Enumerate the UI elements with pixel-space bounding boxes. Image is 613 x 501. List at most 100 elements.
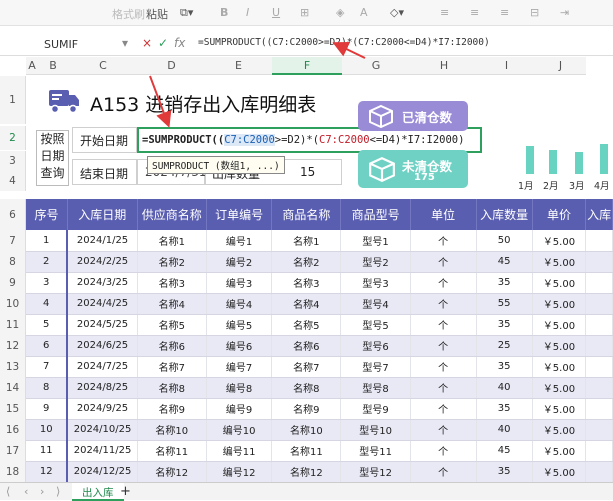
name-box[interactable]: SUMIF — [44, 38, 78, 51]
column-header-i[interactable]: I — [478, 57, 535, 75]
table-cell[interactable] — [585, 377, 613, 399]
table-cell[interactable]: 名称10 — [271, 419, 342, 441]
table-cell[interactable]: 1 — [26, 230, 68, 252]
table-cell[interactable]: 35 — [475, 356, 533, 378]
formula-input[interactable]: =SUMPRODUCT((C7:C2000>=D2)*(C7:C2000<=D4… — [198, 37, 490, 48]
table-cell[interactable]: 35 — [475, 461, 533, 483]
table-cell[interactable]: ￥5.00 — [532, 335, 587, 357]
table-cell[interactable]: 7 — [26, 356, 68, 378]
table-cell[interactable]: 型号8 — [340, 377, 411, 399]
table-cell[interactable]: ￥5.00 — [532, 230, 587, 252]
table-cell[interactable]: 型号4 — [340, 293, 411, 315]
uncleared-count-button[interactable]: 未清仓数 175 — [358, 150, 468, 188]
table-cell[interactable]: 名称12 — [271, 461, 342, 483]
table-cell[interactable]: 编号4 — [206, 293, 273, 315]
table-cell[interactable]: 名称8 — [137, 377, 207, 399]
table-cell[interactable]: 名称1 — [137, 230, 207, 252]
table-cell[interactable] — [585, 293, 613, 315]
table-cell[interactable]: ￥5.00 — [532, 377, 587, 399]
row-header-18[interactable]: 18 — [0, 462, 26, 482]
row-header-15[interactable]: 15 — [0, 399, 26, 420]
table-cell[interactable]: 40 — [475, 419, 533, 441]
row-header-12[interactable]: 12 — [0, 336, 26, 357]
table-cell[interactable]: ￥5.00 — [532, 272, 587, 294]
table-cell[interactable]: 名称4 — [271, 293, 342, 315]
table-cell[interactable]: 个 — [410, 251, 477, 273]
table-cell[interactable]: ￥5.00 — [532, 398, 587, 420]
row-header-3[interactable]: 3 — [0, 151, 26, 171]
table-cell[interactable]: 2024/1/25 — [66, 230, 138, 252]
row-header-7[interactable]: 7 — [0, 231, 26, 252]
table-cell[interactable]: 名称3 — [137, 272, 207, 294]
table-cell[interactable] — [585, 314, 613, 336]
function-icon[interactable]: fx — [174, 36, 185, 50]
table-cell[interactable]: 个 — [410, 356, 477, 378]
row-header-10[interactable]: 10 — [0, 294, 26, 315]
column-header-b[interactable]: B — [38, 57, 68, 75]
table-cell[interactable] — [585, 251, 613, 273]
table-cell[interactable]: ￥5.00 — [532, 440, 587, 462]
table-cell[interactable]: 2024/4/25 — [66, 293, 138, 315]
row-header-17[interactable]: 17 — [0, 441, 26, 462]
table-cell[interactable]: 2024/2/25 — [66, 251, 138, 273]
table-cell[interactable]: 编号10 — [206, 419, 273, 441]
table-cell[interactable]: 型号12 — [340, 461, 411, 483]
row-header-1[interactable]: 1 — [0, 76, 26, 124]
row-header-6[interactable]: 6 — [0, 199, 26, 231]
table-cell[interactable]: 2 — [26, 251, 68, 273]
table-cell[interactable]: 个 — [410, 398, 477, 420]
table-cell[interactable]: 型号9 — [340, 398, 411, 420]
table-cell[interactable]: 35 — [475, 314, 533, 336]
sheet-tab-inout[interactable]: 出入库 — [72, 483, 124, 501]
align-center-icon[interactable]: ≡ — [470, 6, 479, 19]
table-cell[interactable]: 4 — [26, 293, 68, 315]
table-cell[interactable]: 个 — [410, 230, 477, 252]
table-cell[interactable]: 名称12 — [137, 461, 207, 483]
table-cell[interactable]: 6 — [26, 335, 68, 357]
cleared-count-button[interactable]: 已清仓数 — [358, 101, 468, 131]
table-cell[interactable]: 型号7 — [340, 356, 411, 378]
table-cell[interactable]: 个 — [410, 461, 477, 483]
eraser-icon[interactable]: ◇▾ — [390, 6, 404, 19]
column-header-f[interactable]: F — [272, 57, 342, 75]
table-cell[interactable]: 45 — [475, 251, 533, 273]
table-cell[interactable]: 名称10 — [137, 419, 207, 441]
table-cell[interactable]: 编号8 — [206, 377, 273, 399]
table-cell[interactable] — [585, 440, 613, 462]
table-cell[interactable]: ￥5.00 — [532, 419, 587, 441]
column-header-c[interactable]: C — [68, 57, 138, 75]
row-header-2[interactable]: 2 — [0, 126, 26, 150]
table-cell[interactable]: 9 — [26, 398, 68, 420]
row-header-14[interactable]: 14 — [0, 378, 26, 399]
table-cell[interactable]: 25 — [475, 335, 533, 357]
format-painter-label[interactable]: 格式刷 — [112, 6, 145, 22]
table-cell[interactable]: 编号6 — [206, 335, 273, 357]
table-cell[interactable]: 55 — [475, 293, 533, 315]
table-cell[interactable]: 2024/12/25 — [66, 461, 138, 483]
align-right-icon[interactable]: ≡ — [500, 6, 509, 19]
table-cell[interactable]: 编号1 — [206, 230, 273, 252]
table-cell[interactable]: 型号3 — [340, 272, 411, 294]
table-cell[interactable]: 个 — [410, 314, 477, 336]
table-cell[interactable]: 个 — [410, 440, 477, 462]
table-cell[interactable]: 编号7 — [206, 356, 273, 378]
table-cell[interactable]: 名称2 — [137, 251, 207, 273]
underline-icon[interactable]: U — [272, 6, 280, 19]
table-cell[interactable]: 编号2 — [206, 251, 273, 273]
table-cell[interactable]: 2024/8/25 — [66, 377, 138, 399]
table-cell[interactable] — [585, 356, 613, 378]
bold-icon[interactable]: B — [220, 6, 228, 19]
table-cell[interactable] — [585, 272, 613, 294]
table-cell[interactable]: 名称9 — [137, 398, 207, 420]
table-cell[interactable]: ￥5.00 — [532, 251, 587, 273]
table-cell[interactable]: 型号6 — [340, 335, 411, 357]
table-cell[interactable]: 编号5 — [206, 314, 273, 336]
table-cell[interactable]: 名称1 — [271, 230, 342, 252]
column-header-e[interactable]: E — [205, 57, 272, 75]
add-sheet-icon[interactable]: + — [120, 484, 131, 499]
prev-sheet-icon[interactable]: ‹ — [24, 485, 28, 498]
table-cell[interactable]: 11 — [26, 440, 68, 462]
column-header-a[interactable]: A — [26, 57, 38, 75]
table-cell[interactable]: 45 — [475, 440, 533, 462]
table-cell[interactable]: 35 — [475, 398, 533, 420]
